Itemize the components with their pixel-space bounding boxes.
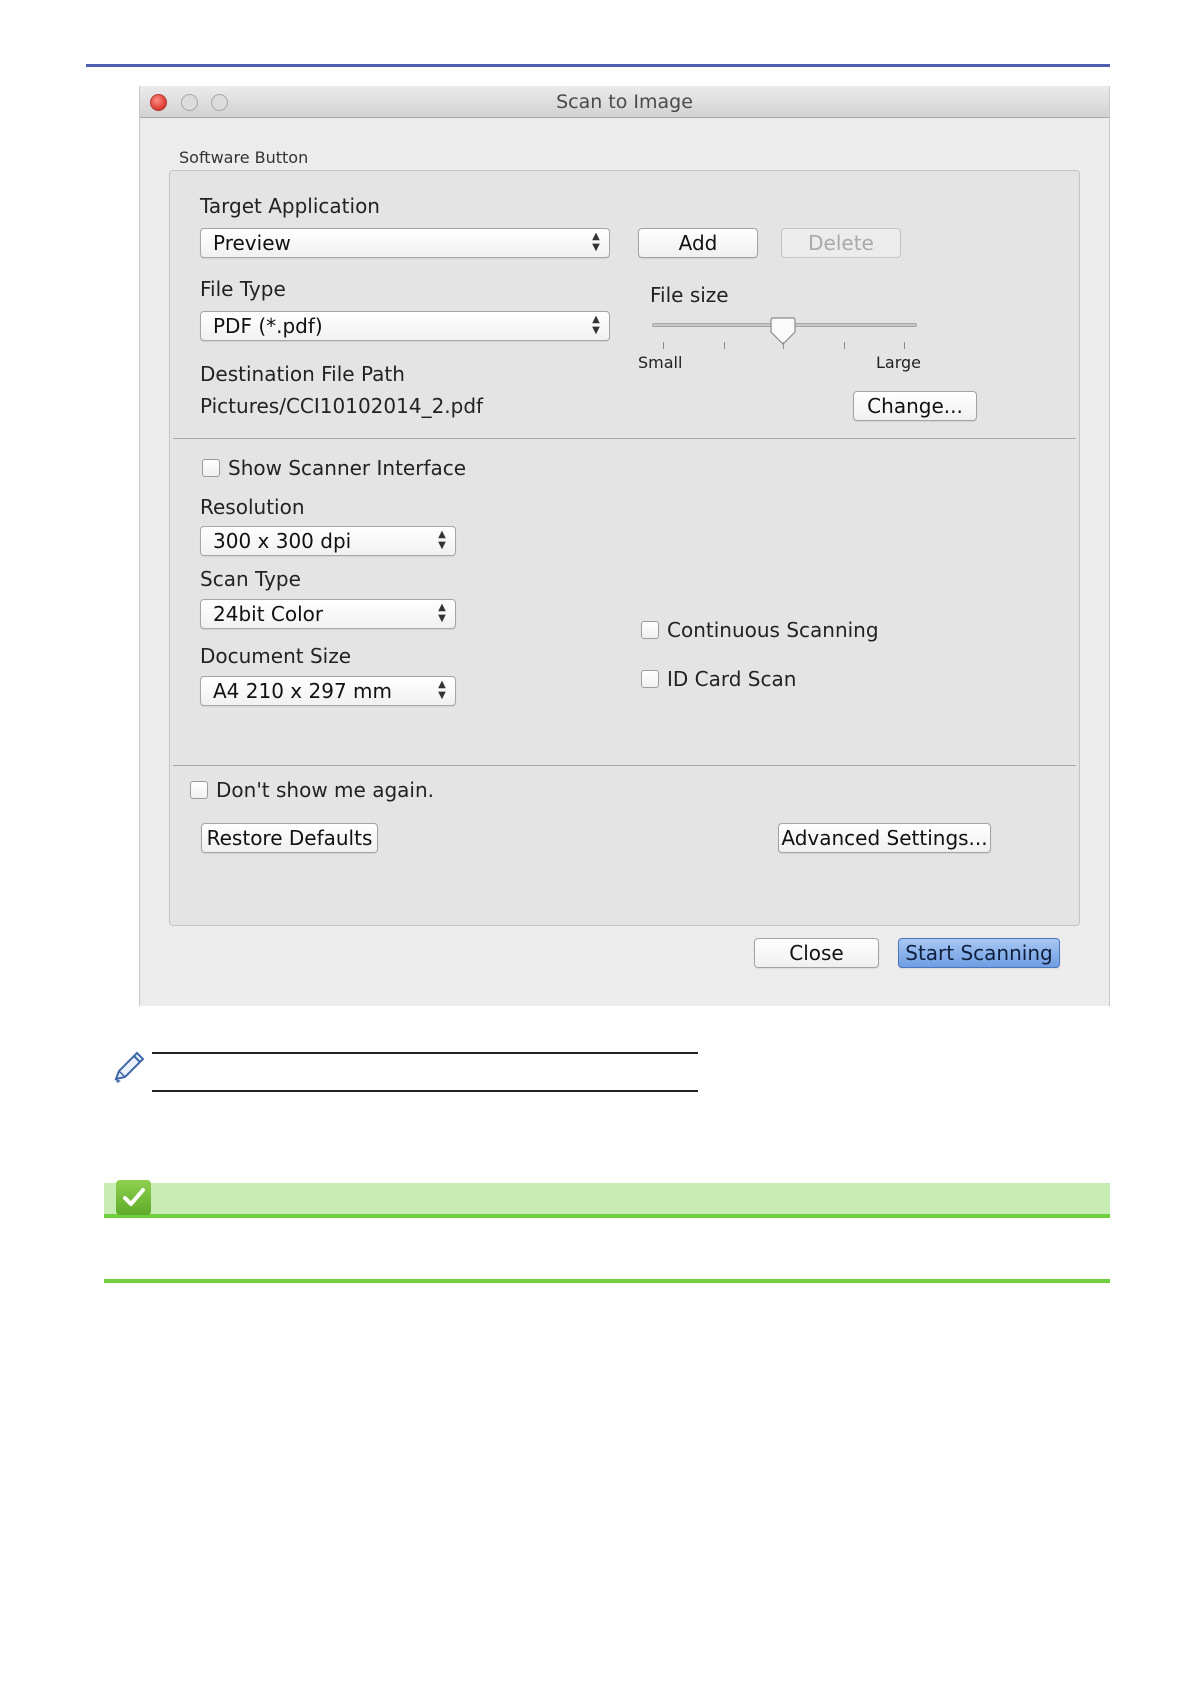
separator bbox=[173, 438, 1076, 439]
target-application-value: Preview bbox=[213, 231, 291, 255]
resolution-label: Resolution bbox=[200, 495, 305, 519]
checkbox-box[interactable] bbox=[190, 781, 208, 799]
window-title: Scan to Image bbox=[556, 91, 693, 113]
section-title: Software Button bbox=[179, 148, 309, 167]
file-size-large-label: Large bbox=[876, 353, 922, 372]
related-bottom-line bbox=[104, 1279, 1110, 1283]
scan-type-label: Scan Type bbox=[200, 567, 301, 591]
popup-arrows-icon: ▲ ▼ bbox=[592, 231, 600, 253]
file-type-value: PDF (*.pdf) bbox=[213, 314, 323, 338]
scan-type-value: 24bit Color bbox=[213, 602, 324, 626]
continuous-scanning-label: Continuous Scanning bbox=[667, 618, 879, 642]
start-scanning-button[interactable]: Start Scanning bbox=[898, 938, 1060, 968]
dont-show-again-label: Don't show me again. bbox=[216, 778, 434, 802]
checkbox-box[interactable] bbox=[202, 459, 220, 477]
id-card-scan-label: ID Card Scan bbox=[667, 667, 797, 691]
delete-button[interactable]: Delete bbox=[781, 228, 901, 258]
title-bar[interactable]: Scan to Image bbox=[140, 86, 1109, 118]
document-size-label: Document Size bbox=[200, 644, 352, 668]
document-size-value: A4 210 x 297 mm bbox=[213, 679, 392, 703]
close-button[interactable]: Close bbox=[754, 938, 879, 968]
related-top-line bbox=[104, 1214, 1110, 1218]
slider-tick bbox=[783, 342, 784, 349]
popup-arrows-icon: ▲ ▼ bbox=[592, 314, 600, 336]
advanced-settings-button[interactable]: Advanced Settings... bbox=[778, 823, 991, 853]
popup-arrows-icon: ▲ ▼ bbox=[438, 679, 446, 701]
resolution-popup[interactable]: 300 x 300 dpi ▲ ▼ bbox=[200, 526, 456, 556]
scan-to-image-window: Scan to Image Software Button Target App… bbox=[139, 86, 1110, 1006]
popup-arrows-icon: ▲ ▼ bbox=[438, 602, 446, 624]
file-size-small-label: Small bbox=[638, 353, 683, 372]
checkbox-box[interactable] bbox=[641, 621, 659, 639]
slider-tick bbox=[904, 342, 905, 349]
target-application-label: Target Application bbox=[200, 194, 380, 218]
note-bottom-rule bbox=[152, 1090, 698, 1092]
checkmark-icon bbox=[116, 1180, 151, 1215]
show-scanner-interface-label: Show Scanner Interface bbox=[228, 456, 467, 480]
software-button-group: Target Application Preview ▲ ▼ Add Delete… bbox=[169, 170, 1080, 926]
target-application-popup[interactable]: Preview ▲ ▼ bbox=[200, 228, 610, 258]
document-size-popup[interactable]: A4 210 x 297 mm ▲ ▼ bbox=[200, 676, 456, 706]
restore-defaults-button[interactable]: Restore Defaults bbox=[201, 823, 378, 853]
related-information-bar bbox=[104, 1183, 1110, 1215]
destination-label: Destination File Path bbox=[200, 362, 405, 386]
resolution-value: 300 x 300 dpi bbox=[213, 529, 352, 553]
header-rule bbox=[86, 64, 1110, 67]
file-size-label: File size bbox=[650, 283, 729, 307]
slider-tick bbox=[724, 342, 725, 349]
note-top-rule bbox=[152, 1052, 698, 1054]
slider-tick bbox=[663, 342, 664, 349]
separator bbox=[173, 765, 1076, 766]
file-type-label: File Type bbox=[200, 277, 286, 301]
popup-arrows-icon: ▲ ▼ bbox=[438, 529, 446, 551]
file-type-popup[interactable]: PDF (*.pdf) ▲ ▼ bbox=[200, 311, 610, 341]
change-button[interactable]: Change... bbox=[853, 391, 977, 421]
pencil-icon bbox=[114, 1051, 145, 1083]
add-button[interactable]: Add bbox=[638, 228, 758, 258]
checkbox-box[interactable] bbox=[641, 670, 659, 688]
scan-type-popup[interactable]: 24bit Color ▲ ▼ bbox=[200, 599, 456, 629]
destination-path: Pictures/CCI10102014_2.pdf bbox=[200, 394, 484, 418]
slider-tick bbox=[844, 342, 845, 349]
